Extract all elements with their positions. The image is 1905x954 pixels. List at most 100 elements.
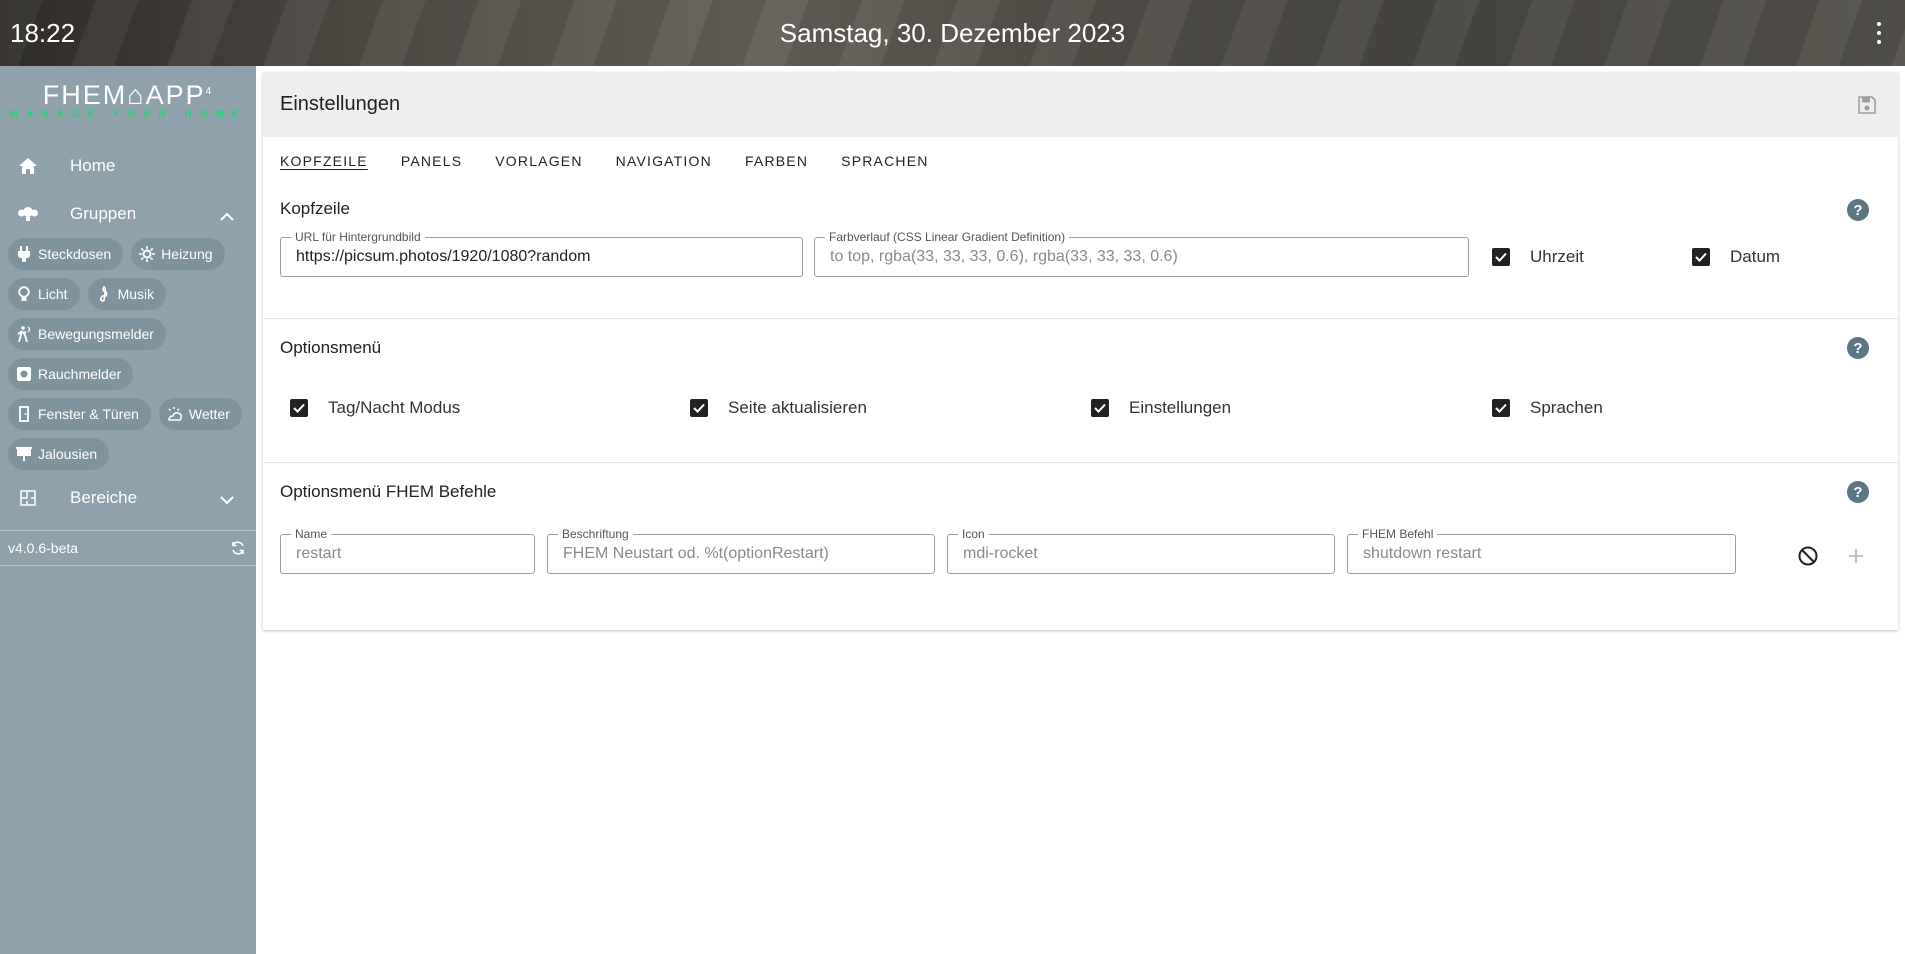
chip-licht[interactable]: Licht xyxy=(8,278,80,310)
settings-tabs: KOPFZEILE PANELS VORLAGEN NAVIGATION FAR… xyxy=(263,137,1898,185)
chip-fenster-tueren[interactable]: Fenster & Türen xyxy=(8,398,151,430)
floor-plan-icon xyxy=(18,488,38,508)
background-url-field[interactable]: URL für Hintergrundbild xyxy=(280,230,803,277)
command-icon-input[interactable] xyxy=(948,535,1334,573)
lightbulb-icon xyxy=(16,286,32,302)
checkbox-label: Seite aktualisieren xyxy=(728,398,867,417)
checkbox-seite-aktualisieren[interactable]: Seite aktualisieren xyxy=(690,398,867,418)
help-icon[interactable]: ? xyxy=(1847,481,1869,503)
logo-tagline: MANAGE YOUR HOME xyxy=(9,109,247,120)
blinds-icon xyxy=(16,446,32,462)
checkbox-checked-icon xyxy=(1091,399,1109,417)
checkbox-tag-nacht[interactable]: Tag/Nacht Modus xyxy=(290,398,460,418)
logo-version-sup: 4 xyxy=(205,86,214,97)
section-fhem-befehle: Optionsmenü FHEM Befehle ? Name Beschrif… xyxy=(263,463,1898,609)
checkbox-uhrzeit[interactable]: Uhrzeit xyxy=(1492,247,1584,267)
field-label: Icon xyxy=(958,527,989,541)
help-icon[interactable]: ? xyxy=(1847,337,1869,359)
smoke-detector-icon xyxy=(16,366,32,382)
chevron-down-icon xyxy=(220,490,234,510)
chip-label: Wetter xyxy=(188,406,230,422)
chip-rauchmelder[interactable]: Rauchmelder xyxy=(8,358,134,390)
cancel-icon[interactable] xyxy=(1797,545,1819,567)
tab-kopfzeile[interactable]: KOPFZEILE xyxy=(280,153,368,169)
weather-icon xyxy=(167,406,183,422)
sync-icon[interactable] xyxy=(230,540,246,559)
checkbox-checked-icon xyxy=(690,399,708,417)
checkbox-checked-icon xyxy=(1492,399,1510,417)
checkbox-label: Tag/Nacht Modus xyxy=(328,398,461,417)
sidebar-item-groups[interactable]: Gruppen xyxy=(0,190,256,238)
chip-steckdosen[interactable]: Steckdosen xyxy=(8,238,124,270)
chevron-up-icon xyxy=(220,206,234,226)
home-icon xyxy=(18,156,38,176)
checkbox-checked-icon xyxy=(290,399,308,417)
chip-label: Steckdosen xyxy=(38,246,112,262)
sidebar-item-areas[interactable]: Bereiche xyxy=(0,474,256,522)
power-plug-icon xyxy=(16,246,32,262)
add-icon[interactable] xyxy=(1846,546,1866,566)
chip-label: Licht xyxy=(38,286,68,302)
checkbox-label: Sprachen xyxy=(1530,398,1603,417)
section-title: Kopfzeile xyxy=(280,199,350,218)
tab-sprachen[interactable]: SPRACHEN xyxy=(841,153,928,169)
chip-label: Fenster & Türen xyxy=(38,406,139,422)
app-logo[interactable]: FHEM⌂APP4 MANAGE YOUR HOME xyxy=(0,66,256,134)
checkbox-checked-icon xyxy=(1492,248,1510,266)
page-title: Einstellungen xyxy=(280,93,401,115)
dots-vertical-icon[interactable] xyxy=(1875,22,1883,44)
help-icon[interactable]: ? xyxy=(1847,199,1869,221)
chip-label: Musik xyxy=(117,286,155,302)
command-caption-field[interactable]: Beschriftung xyxy=(547,527,935,574)
gradient-field[interactable]: Farbverlauf (CSS Linear Gradient Definit… xyxy=(814,230,1469,277)
tab-farben[interactable]: FARBEN xyxy=(745,153,808,169)
checkbox-datum[interactable]: Datum xyxy=(1692,247,1780,267)
command-fhem-field[interactable]: FHEM Befehl xyxy=(1347,527,1736,574)
sidebar-item-label: Home xyxy=(70,156,116,175)
section-optionsmenu: Optionsmenü ? Tag/Nacht Modus Seite aktu… xyxy=(263,319,1898,463)
field-label: FHEM Befehl xyxy=(1358,527,1438,541)
checkbox-label: Uhrzeit xyxy=(1530,247,1584,266)
chip-jalousien[interactable]: Jalousien xyxy=(8,438,110,470)
field-label: Beschriftung xyxy=(558,527,633,541)
section-title: Optionsmenü xyxy=(280,338,382,357)
motion-sensor-icon xyxy=(16,326,32,342)
radiator-icon xyxy=(139,246,156,262)
chip-label: Rauchmelder xyxy=(38,366,122,382)
chip-label: Jalousien xyxy=(38,446,98,462)
tab-panels[interactable]: PANELS xyxy=(401,153,462,169)
lightbulb-group-icon xyxy=(18,204,38,224)
app-header: 18:22 Samstag, 30. Dezember 2023 xyxy=(0,0,1905,66)
chip-musik[interactable]: Musik xyxy=(87,278,167,310)
checkbox-checked-icon xyxy=(1692,248,1710,266)
sidebar-divider xyxy=(0,565,256,566)
settings-header: Einstellungen xyxy=(263,72,1898,137)
command-icon-field[interactable]: Icon xyxy=(947,527,1335,574)
field-label: URL für Hintergrundbild xyxy=(291,230,425,244)
command-name-field[interactable]: Name xyxy=(280,527,535,574)
chip-heizung[interactable]: Heizung xyxy=(131,238,225,270)
sidebar-item-label: Bereiche xyxy=(70,488,138,507)
sidebar-item-home[interactable]: Home xyxy=(0,142,256,190)
chip-label: Bewegungsmelder xyxy=(38,326,154,342)
chip-label: Heizung xyxy=(161,246,213,262)
tab-vorlagen[interactable]: VORLAGEN xyxy=(495,153,582,169)
checkbox-label: Datum xyxy=(1730,247,1781,266)
checkbox-einstellungen[interactable]: Einstellungen xyxy=(1091,398,1231,418)
field-label: Farbverlauf (CSS Linear Gradient Definit… xyxy=(825,230,1070,244)
logo-text: FHEM⌂APP xyxy=(42,80,206,110)
header-date: Samstag, 30. Dezember 2023 xyxy=(779,18,1126,48)
settings-card: Einstellungen KOPFZEILE PANELS VORLAGEN … xyxy=(263,72,1898,630)
section-kopfzeile: Kopfzeile ? URL für Hintergrundbild Farb… xyxy=(263,185,1898,319)
checkbox-sprachen[interactable]: Sprachen xyxy=(1492,398,1603,418)
save-icon[interactable] xyxy=(1858,96,1876,114)
version-row: v4.0.6-beta xyxy=(0,531,256,565)
field-label: Name xyxy=(291,527,332,541)
chip-bewegungsmelder[interactable]: Bewegungsmelder xyxy=(8,318,166,350)
version-label: v4.0.6-beta xyxy=(8,540,79,556)
sidebar: FHEM⌂APP4 MANAGE YOUR HOME Home Gruppen … xyxy=(0,66,256,954)
chip-wetter[interactable]: Wetter xyxy=(158,398,242,430)
group-chips: Steckdosen Heizung Licht Musik Bewegungs… xyxy=(0,238,256,470)
tab-navigation[interactable]: NAVIGATION xyxy=(616,153,712,169)
section-title: Optionsmenü FHEM Befehle xyxy=(280,482,497,501)
